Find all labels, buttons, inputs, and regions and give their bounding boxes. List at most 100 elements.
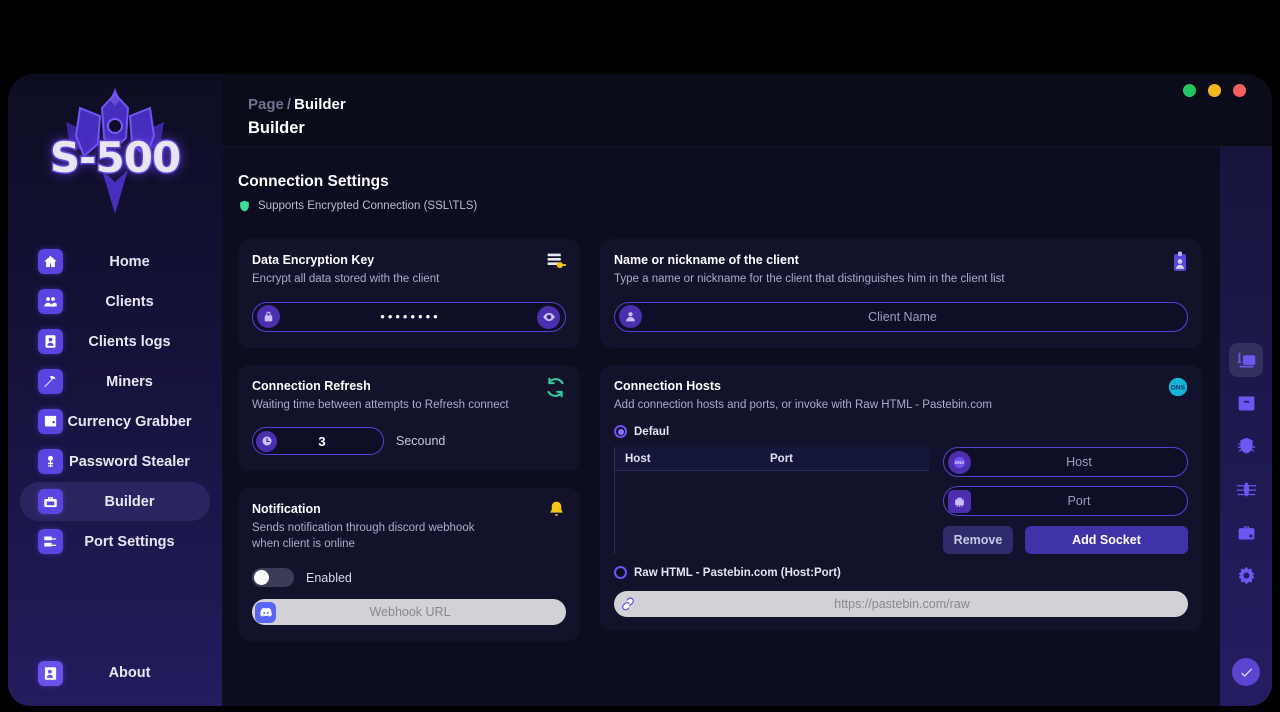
rail-button-spider[interactable] (1229, 472, 1263, 506)
column-header-port: Port (770, 452, 793, 465)
raw-html-input[interactable]: https://pastebin.com/raw (614, 591, 1188, 618)
card-title: Name or nickname of the client (614, 253, 799, 267)
page-title: Builder (248, 119, 305, 137)
hosts-body: Host Port DNS Host Port Remove Add Socke… (614, 447, 1188, 555)
hosts-controls: DNS Host Port Remove Add Socket (943, 447, 1188, 555)
hosts-table-header: Host Port (615, 447, 929, 472)
sidebar-item-label: Miners (106, 373, 153, 390)
sidebar-item-label: Port Settings (84, 533, 175, 550)
rail-button-builder[interactable] (1229, 343, 1263, 377)
gear-icon (1238, 566, 1254, 584)
webhook-url-input[interactable]: Webhook URL (252, 599, 566, 626)
sidebar-item-clients-logs[interactable]: Clients logs (20, 322, 210, 361)
package-icon (1238, 396, 1254, 410)
client-name-input[interactable]: Client Name (614, 301, 1188, 332)
right-toolbar (1220, 147, 1272, 706)
dns-icon: DNS (948, 450, 971, 474)
hosts-table-body[interactable] (615, 471, 929, 546)
refresh-interval-value: 3 (318, 433, 326, 449)
breadcrumb-parent[interactable]: Page (248, 96, 284, 113)
id-badge-icon (1172, 251, 1188, 277)
sidebar-item-clients[interactable]: Clients (20, 282, 210, 321)
home-icon (38, 249, 63, 274)
client-name-placeholder: Client Name (868, 309, 937, 324)
wallet-icon (38, 409, 63, 434)
refresh-interval-input[interactable]: 3 (252, 427, 384, 456)
confirm-button[interactable] (1232, 658, 1260, 686)
person-icon (619, 305, 642, 329)
sidebar-item-label: Password Stealer (69, 453, 190, 470)
sidebar-item-about[interactable]: About (20, 654, 210, 692)
card-title: Connection Hosts (614, 378, 721, 393)
sidebar-item-home[interactable]: Home (20, 242, 210, 281)
check-icon (1240, 668, 1252, 677)
maximize-button[interactable] (1208, 84, 1221, 97)
card-title: Notification (252, 502, 321, 517)
close-button[interactable] (1233, 84, 1246, 97)
main-area: Page / Builder Builder Connection Settings… (222, 74, 1272, 706)
section-title: Connection Settings (238, 173, 389, 190)
briefcase-icon (1238, 525, 1254, 539)
rail-button-briefcase[interactable] (1229, 515, 1263, 549)
link-icon (617, 594, 638, 615)
users-icon (38, 289, 63, 314)
card-subtitle: Add connection hosts and ports, or invok… (614, 398, 992, 411)
app-window: S-500 Home Clients Clients logs Miners C… (8, 74, 1272, 706)
notification-toggle-label: Enabled (306, 570, 352, 585)
port-input-placeholder: Port (1067, 494, 1091, 509)
remove-button[interactable]: Remove (943, 526, 1013, 555)
breadcrumb-separator: / (286, 96, 292, 113)
card-subtitle: Sends notification through discord webho… (252, 522, 475, 550)
ssl-note: Supports Encrypted Connection (SSL\TLS) (238, 199, 1272, 213)
sidebar-item-currency-grabber[interactable]: Currency Grabber (20, 402, 210, 441)
connection-hosts-card: Connection Hosts Add connection hosts an… (600, 364, 1202, 632)
rail-button-settings[interactable] (1229, 558, 1263, 592)
key-file-icon (545, 251, 566, 277)
port-input[interactable]: Port (943, 486, 1188, 517)
refresh-icon[interactable] (545, 377, 566, 403)
sidebar-item-miners[interactable]: Miners (20, 362, 210, 401)
radio-raw-html[interactable]: Raw HTML - Pastebin.com (Host:Port) (614, 566, 1188, 580)
sidebar-item-builder[interactable]: Builder (20, 482, 210, 521)
minimize-button[interactable] (1183, 84, 1196, 97)
sidebar-item-label: Clients (105, 293, 154, 310)
card-subtitle: Encrypt all data stored with the client (252, 273, 440, 285)
host-input-placeholder: Host (1066, 455, 1092, 470)
info-user-icon (38, 660, 63, 686)
sidebar-item-label: Currency Grabber (67, 413, 192, 430)
shield-icon (240, 200, 249, 212)
breadcrumb: Page / Builder (248, 96, 1272, 113)
toolbox-icon (38, 489, 63, 514)
rail-button-shield[interactable] (1229, 429, 1263, 463)
card-subtitle: Waiting time between attempts to Refresh… (252, 398, 509, 411)
lock-icon (257, 305, 280, 329)
column-header-host: Host (625, 452, 651, 465)
add-socket-button[interactable]: Add Socket (1025, 526, 1188, 555)
sidebar: S-500 Home Clients Clients logs Miners C… (8, 74, 222, 706)
client-name-card: Name or nickname of the client Type a na… (600, 239, 1202, 348)
spider-icon (1236, 482, 1256, 496)
refresh-interval-unit: Secound (396, 434, 446, 449)
radio-raw-html-label: Raw HTML - Pastebin.com (Host:Port) (634, 566, 841, 579)
pickaxe-icon (38, 369, 63, 394)
card-title: Connection Refresh (252, 378, 371, 393)
refresh-interval-row: 3 Secound (252, 427, 566, 456)
radio-raw-html-indicator (614, 566, 627, 580)
sidebar-item-label: About (108, 665, 151, 681)
encryption-key-input[interactable]: •••••••• (252, 301, 566, 332)
radio-default[interactable]: Defaul (614, 425, 1188, 439)
raw-html-placeholder: https://pastebin.com/raw (834, 597, 970, 612)
clock-icon (256, 430, 277, 452)
bell-icon (547, 500, 566, 524)
rail-button-package[interactable] (1229, 386, 1263, 420)
eye-icon[interactable] (537, 305, 560, 329)
sidebar-item-port-settings[interactable]: Port Settings (20, 522, 210, 561)
ethernet-icon (948, 489, 971, 513)
svg-text:DNS: DNS (1171, 384, 1186, 391)
key-icon (38, 449, 63, 474)
host-input[interactable]: DNS Host (943, 447, 1188, 478)
window-controls (1183, 84, 1246, 97)
sidebar-item-password-stealer[interactable]: Password Stealer (20, 442, 210, 481)
card-title: Data Encryption Key (252, 253, 375, 267)
notification-enabled-toggle[interactable] (252, 568, 294, 588)
